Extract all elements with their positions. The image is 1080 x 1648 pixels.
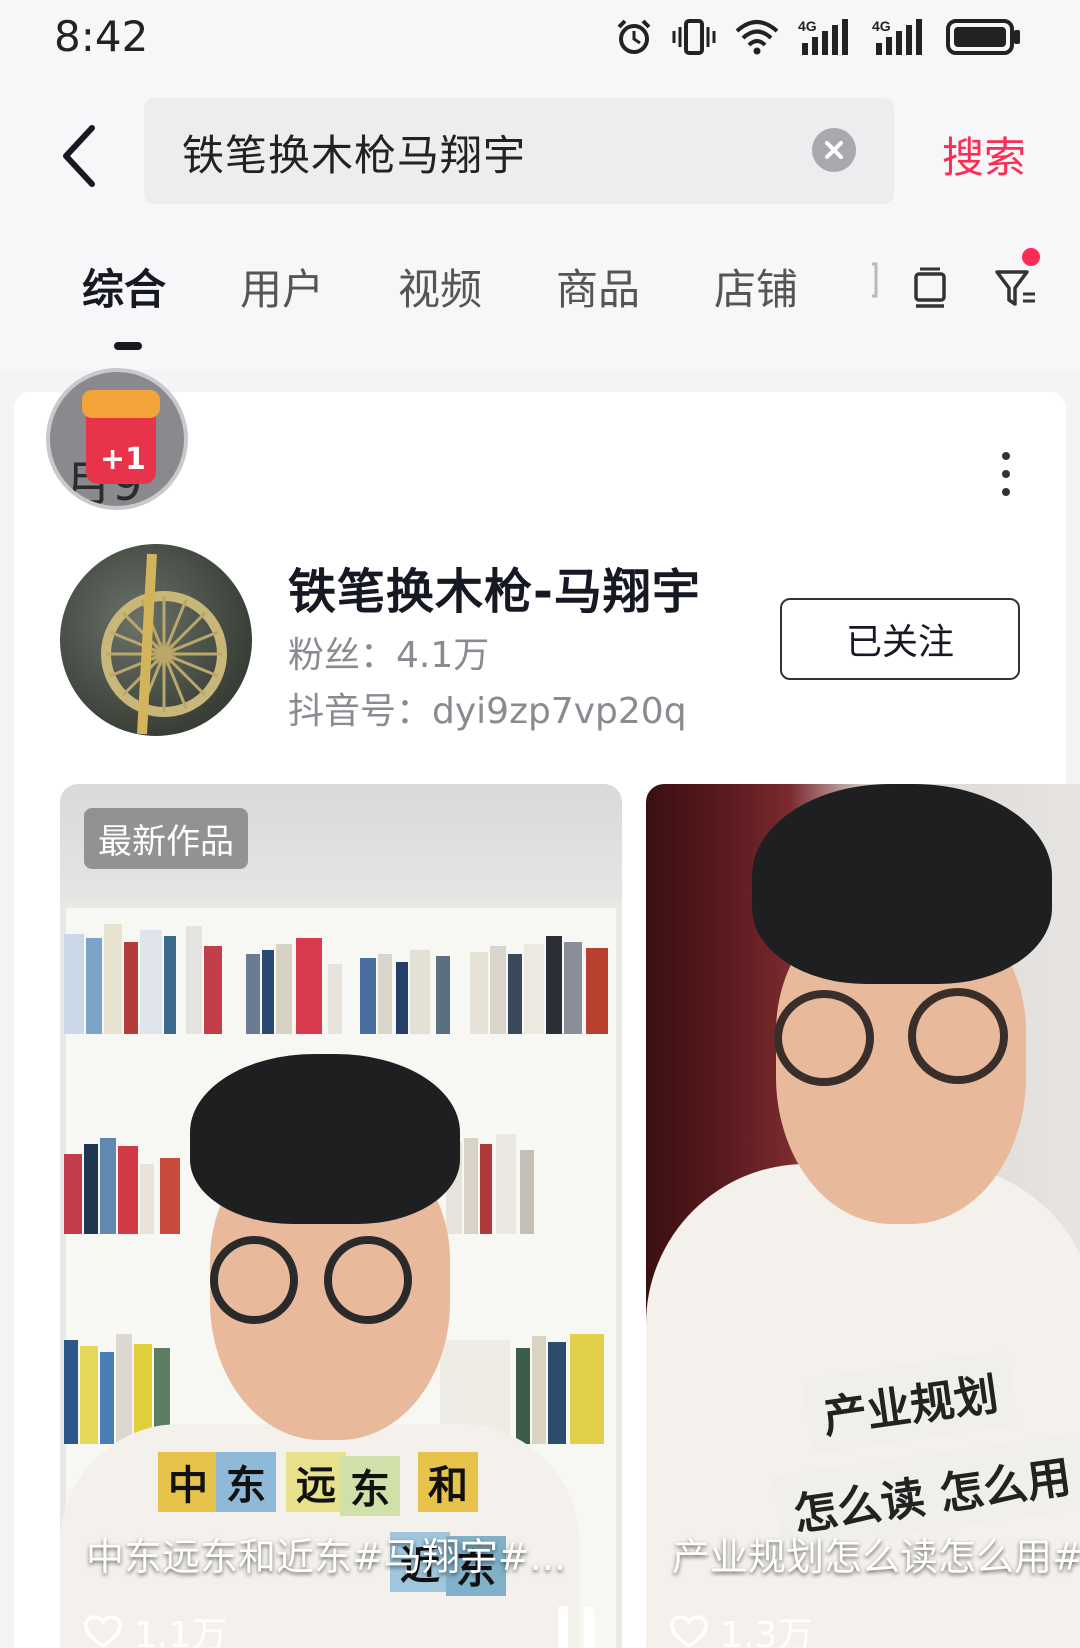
like-count: 1.3万: [670, 1606, 813, 1648]
video-title: 中东远东和近东#马翔宇#...: [86, 1535, 566, 1579]
layout-toggle-icon[interactable]: [904, 262, 956, 314]
network-label: 4G: [872, 18, 891, 34]
battery-icon: [946, 15, 1022, 59]
pause-icon[interactable]: [558, 1606, 594, 1648]
presenter-glasses: [774, 990, 874, 1086]
heart-icon: [670, 1615, 708, 1648]
presenter-glasses: [908, 988, 1008, 1084]
user-avatar[interactable]: [60, 544, 252, 736]
filter-notification-dot: [1022, 248, 1040, 266]
presenter-glasses: [324, 1236, 412, 1324]
badge-plus-one: +1: [100, 442, 147, 477]
heart-icon: [84, 1615, 122, 1648]
video-card[interactable]: 中 东 远 东 和 近 东 最新作品 中东远东和近东#马翔宇#... 1.1万: [60, 784, 622, 1648]
more-dot-icon: [1002, 488, 1010, 496]
like-count: 1.1万: [84, 1606, 227, 1648]
overlay-caption: 东: [216, 1452, 276, 1512]
back-button[interactable]: [50, 116, 110, 196]
status-bar: 8:42 4G 4G: [0, 0, 1080, 80]
signal-4g-icon: 4G: [872, 15, 928, 59]
tab-shops[interactable]: 店铺: [714, 256, 798, 317]
fans-value: 4.1万: [396, 635, 490, 676]
search-input[interactable]: 铁笔换木枪马翔宇: [144, 98, 894, 204]
close-icon: [825, 141, 843, 159]
tab-products[interactable]: 商品: [556, 256, 640, 317]
presenter-hair: [752, 784, 1052, 984]
signal-4g-icon: 4G: [798, 15, 854, 59]
fans-count: 粉丝：4.1万: [288, 626, 489, 678]
alarm-icon: [614, 15, 654, 59]
tab-overflow[interactable]: [870, 260, 878, 300]
wifi-icon: [734, 15, 780, 59]
search-button[interactable]: 搜索: [942, 124, 1026, 185]
overlay-caption: 中: [158, 1452, 218, 1512]
tab-comprehensive[interactable]: 综合: [82, 256, 166, 317]
like-count-value: 1.1万: [134, 1615, 228, 1648]
vibrate-icon: [672, 15, 716, 59]
more-options-button[interactable]: [996, 452, 1016, 496]
search-header: 铁笔换木枪马翔宇 搜索: [0, 80, 1080, 220]
more-dot-icon: [1002, 452, 1010, 460]
clear-search-button[interactable]: [812, 128, 856, 172]
douyin-id: 抖音号：dyi9zp7vp20q: [288, 682, 687, 734]
network-label: 4G: [798, 18, 817, 34]
video-title: 产业规划怎么读怎么用#: [672, 1535, 1080, 1579]
tab-users[interactable]: 用户: [240, 256, 324, 317]
chevron-left-icon: [63, 125, 95, 187]
presenter-hair: [190, 1054, 460, 1224]
active-tab-indicator: [114, 342, 142, 350]
like-count-value: 1.3万: [720, 1615, 814, 1648]
user-name[interactable]: 铁笔换木枪-马翔宇: [288, 552, 701, 622]
latest-work-badge: 最新作品: [84, 808, 248, 869]
search-tabs: 综合 用户 视频 商品 店铺: [0, 220, 1080, 370]
tab-videos[interactable]: 视频: [398, 256, 482, 317]
red-packet-lid: [82, 390, 160, 418]
video-card[interactable]: 产业规划 怎么读 怎么用 产业规划怎么读怎么用# 1.3万: [646, 784, 1080, 1648]
overlay-caption: 远: [286, 1452, 346, 1512]
overlay-caption: 东: [340, 1456, 400, 1516]
douyin-id-label: 抖音号：: [288, 691, 433, 732]
presenter-glasses: [210, 1236, 298, 1324]
search-query[interactable]: 铁笔换木枪马翔宇: [182, 122, 526, 183]
douyin-id-value: dyi9zp7vp20q: [432, 691, 687, 732]
filter-icon[interactable]: [990, 262, 1042, 314]
overlay-caption: 和: [418, 1452, 478, 1512]
reward-float-badge[interactable]: 月9 +1: [46, 368, 188, 510]
follow-button[interactable]: 已关注: [780, 598, 1020, 680]
status-icons: 4G 4G: [614, 14, 1022, 60]
avatar-wheel-image: [101, 553, 227, 735]
fans-label: 粉丝：: [288, 635, 397, 676]
more-dot-icon: [1002, 470, 1010, 478]
status-time: 8:42: [54, 12, 149, 61]
